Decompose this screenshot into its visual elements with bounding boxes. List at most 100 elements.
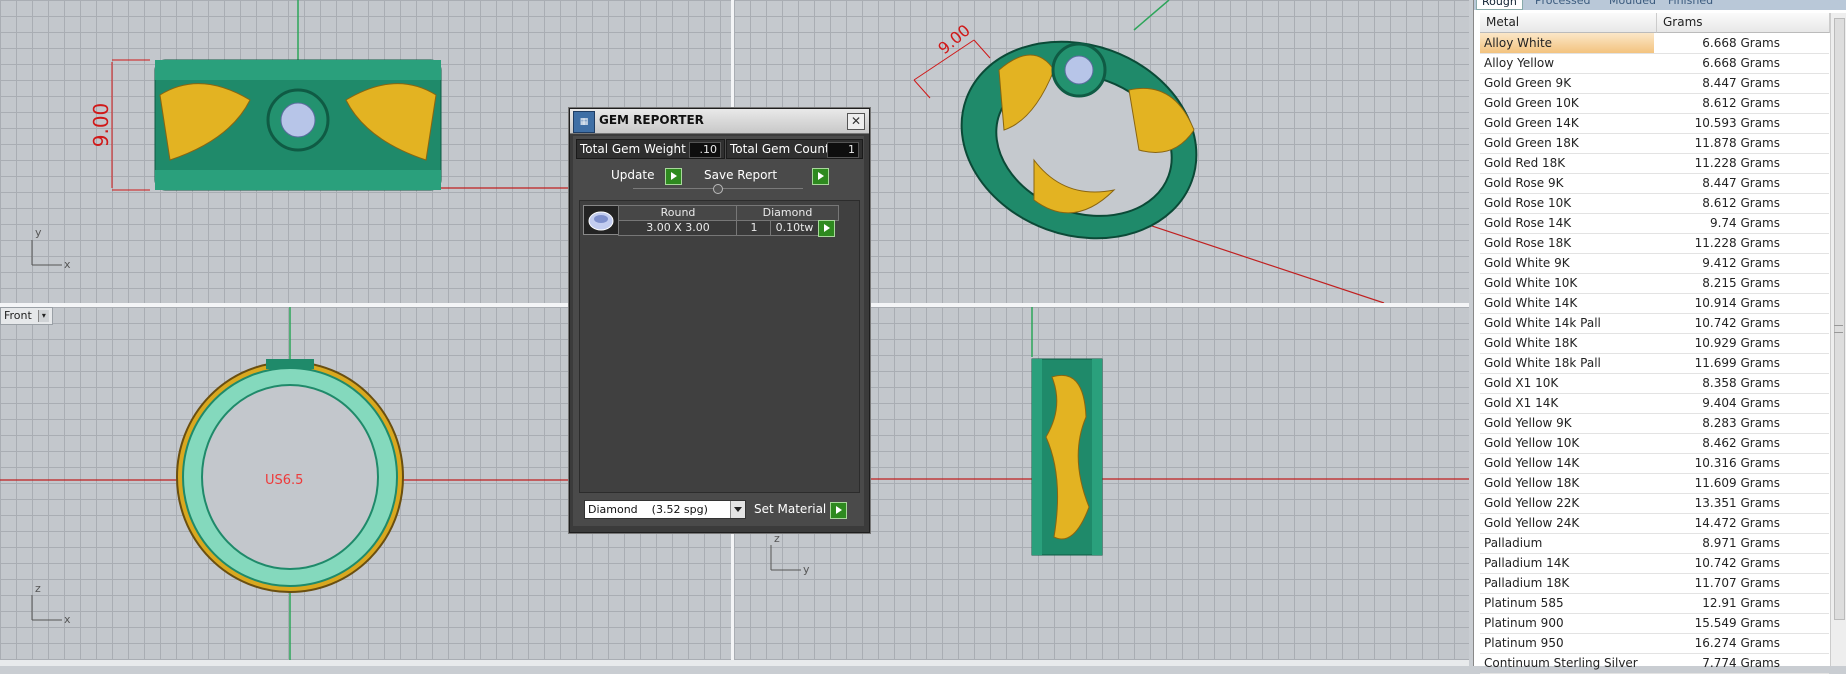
- update-button[interactable]: Update: [611, 167, 682, 185]
- table-row[interactable]: Gold White 14K 10.914 Grams: [1480, 293, 1829, 314]
- scrollbar[interactable]: [1830, 13, 1846, 666]
- metal-grams-cell: 11.228 Grams: [1694, 156, 1780, 170]
- table-row[interactable]: Gold Green 10K 8.612 Grams: [1480, 93, 1829, 114]
- table-row[interactable]: Gold Yellow 14K 10.316 Grams: [1480, 453, 1829, 474]
- table-row[interactable]: Continuum Sterling Silver 7.774 Grams: [1480, 653, 1829, 674]
- metal-grams-cell: 8.358 Grams: [1702, 376, 1780, 390]
- table-row[interactable]: Gold Rose 9K 8.447 Grams: [1480, 173, 1829, 194]
- metal-name-cell: Gold Yellow 22K: [1484, 496, 1580, 510]
- metal-grams-cell: 10.742 Grams: [1694, 556, 1780, 570]
- close-icon[interactable]: ✕: [847, 113, 865, 130]
- metal-grams-cell: 10.914 Grams: [1694, 296, 1780, 310]
- table-row[interactable]: Gold Yellow 18K 11.609 Grams: [1480, 473, 1829, 494]
- metal-name-cell: Gold Yellow 18K: [1484, 476, 1580, 490]
- tab-moulded[interactable]: Moulded: [1604, 0, 1661, 8]
- table-row[interactable]: Gold White 18k Pall 11.699 Grams: [1480, 353, 1829, 374]
- metal-name-cell: Gold Yellow 24K: [1484, 516, 1580, 530]
- metal-grams-cell: 6.668 Grams: [1702, 36, 1780, 50]
- table-row[interactable]: Platinum 900 15.549 Grams: [1480, 613, 1829, 634]
- table-row[interactable]: Gold White 10K 8.215 Grams: [1480, 273, 1829, 294]
- gem-reporter-body: Total Gem Weight .10 Total Gem Count 1 U…: [573, 136, 864, 526]
- metal-name-cell: Continuum Sterling Silver: [1484, 656, 1638, 670]
- gem-shape: Round: [618, 205, 738, 221]
- table-row[interactable]: Alloy Yellow 6.668 Grams: [1480, 53, 1829, 74]
- metal-grams-cell: 8.462 Grams: [1702, 436, 1780, 450]
- gem-reporter-window[interactable]: ▦ GEM REPORTER ✕ Total Gem Weight .10 To…: [569, 108, 870, 533]
- gem-reporter-title: GEM REPORTER: [599, 113, 704, 127]
- tab-processed[interactable]: Processed: [1530, 0, 1595, 8]
- metal-name-cell: Palladium 14K: [1484, 556, 1570, 570]
- column-header-grams[interactable]: Grams: [1657, 13, 1830, 33]
- table-row[interactable]: Gold Yellow 22K 13.351 Grams: [1480, 493, 1829, 514]
- save-report-button[interactable]: Save Report: [704, 167, 829, 185]
- table-row[interactable]: Gold Green 9K 8.447 Grams: [1480, 73, 1829, 94]
- table-row[interactable]: Platinum 950 16.274 Grams: [1480, 633, 1829, 654]
- metal-grams-cell: 12.91 Grams: [1702, 596, 1780, 610]
- table-row[interactable]: Gold Yellow 9K 8.283 Grams: [1480, 413, 1829, 434]
- tab-finished[interactable]: Finished: [1663, 0, 1718, 8]
- metal-name-cell: Gold Yellow 10K: [1484, 436, 1580, 450]
- metal-name-cell: Gold Green 9K: [1484, 76, 1572, 90]
- gem-reporter-app-icon: ▦: [573, 111, 595, 133]
- set-material-button[interactable]: Set Material: [754, 501, 847, 519]
- play-arrow-icon: [830, 502, 847, 519]
- scrollbar-thumb[interactable]: [1834, 18, 1845, 620]
- table-row[interactable]: Gold White 14k Pall 10.742 Grams: [1480, 313, 1829, 334]
- play-arrow-icon: [818, 220, 835, 237]
- metal-grams-cell: 10.316 Grams: [1694, 456, 1780, 470]
- table-row[interactable]: Gold Green 14K 10.593 Grams: [1480, 113, 1829, 134]
- metal-grams-cell: 9.74 Grams: [1709, 216, 1780, 230]
- update-button-label: Update: [611, 168, 655, 182]
- table-row[interactable]: Gold Yellow 24K 14.472 Grams: [1480, 513, 1829, 534]
- material-select[interactable]: Diamond (3.52 spg): [584, 500, 746, 519]
- metal-grams-cell: 7.774 Grams: [1702, 656, 1780, 670]
- table-row[interactable]: Alloy White 6.668 Grams: [1480, 33, 1829, 54]
- metal-grams-cell: 9.404 Grams: [1702, 396, 1780, 410]
- table-row[interactable]: Gold Green 18K 11.878 Grams: [1480, 133, 1829, 154]
- metal-name-cell: Gold Red 18K: [1484, 156, 1566, 170]
- svg-text:y: y: [803, 563, 810, 576]
- metal-name-cell: Platinum 900: [1484, 616, 1564, 630]
- total-gem-count-label: Total Gem Count: [730, 142, 830, 156]
- column-header-metal[interactable]: Metal: [1480, 13, 1657, 33]
- svg-text:y: y: [35, 226, 42, 239]
- table-row[interactable]: Gold Yellow 10K 8.462 Grams: [1480, 433, 1829, 454]
- front-size-mark: US6.5: [265, 473, 303, 488]
- table-row[interactable]: Gold X1 14K 9.404 Grams: [1480, 393, 1829, 414]
- metal-name-cell: Gold Green 18K: [1484, 136, 1579, 150]
- gem-reporter-titlebar[interactable]: ▦ GEM REPORTER ✕: [570, 109, 869, 134]
- total-gem-weight: Total Gem Weight .10: [576, 139, 725, 159]
- table-row[interactable]: Gold White 18K 10.929 Grams: [1480, 333, 1829, 354]
- table-row[interactable]: Gold X1 10K 8.358 Grams: [1480, 373, 1829, 394]
- splitter-handle[interactable]: [713, 184, 723, 194]
- metal-name-cell: Gold White 18K: [1484, 336, 1578, 350]
- status-strip: [0, 660, 1469, 666]
- gem-thumbnail-icon[interactable]: [583, 205, 619, 235]
- metal-name-cell: Gold White 14K: [1484, 296, 1578, 310]
- table-row[interactable]: Gold Rose 18K 11.228 Grams: [1480, 233, 1829, 254]
- svg-text:x: x: [64, 258, 71, 271]
- metal-name-cell: Platinum 950: [1484, 636, 1564, 650]
- table-row[interactable]: Palladium 8.971 Grams: [1480, 533, 1829, 554]
- table-row[interactable]: Gold Rose 10K 8.612 Grams: [1480, 193, 1829, 214]
- table-row[interactable]: Gold Rose 14K 9.74 Grams: [1480, 213, 1829, 234]
- table-row[interactable]: Palladium 14K 10.742 Grams: [1480, 553, 1829, 574]
- table-row[interactable]: Platinum 585 12.91 Grams: [1480, 593, 1829, 614]
- svg-text:z: z: [774, 532, 780, 545]
- chevron-down-icon[interactable]: [730, 501, 745, 518]
- metal-grams-cell: 9.412 Grams: [1702, 256, 1780, 270]
- metal-name-cell: Gold Yellow 14K: [1484, 456, 1580, 470]
- table-row[interactable]: Gold White 9K 9.412 Grams: [1480, 253, 1829, 274]
- metal-grams-cell: 11.878 Grams: [1694, 136, 1780, 150]
- metal-grams-cell: 11.609 Grams: [1694, 476, 1780, 490]
- metal-grams-cell: 8.971 Grams: [1702, 536, 1780, 550]
- tab-rough[interactable]: Rough: [1476, 0, 1523, 10]
- metal-grams-cell: 10.742 Grams: [1694, 316, 1780, 330]
- table-row[interactable]: Palladium 18K 11.707 Grams: [1480, 573, 1829, 594]
- gem-row-action-button[interactable]: [818, 219, 835, 237]
- metal-name-cell: Gold White 14k Pall: [1484, 316, 1601, 330]
- table-row[interactable]: Gold Red 18K 11.228 Grams: [1480, 153, 1829, 174]
- metal-grams-cell: 8.447 Grams: [1702, 76, 1780, 90]
- total-gem-weight-label: Total Gem Weight: [580, 142, 686, 156]
- metal-weight-panel: Rough Processed Moulded Finished Metal G…: [1473, 0, 1846, 674]
